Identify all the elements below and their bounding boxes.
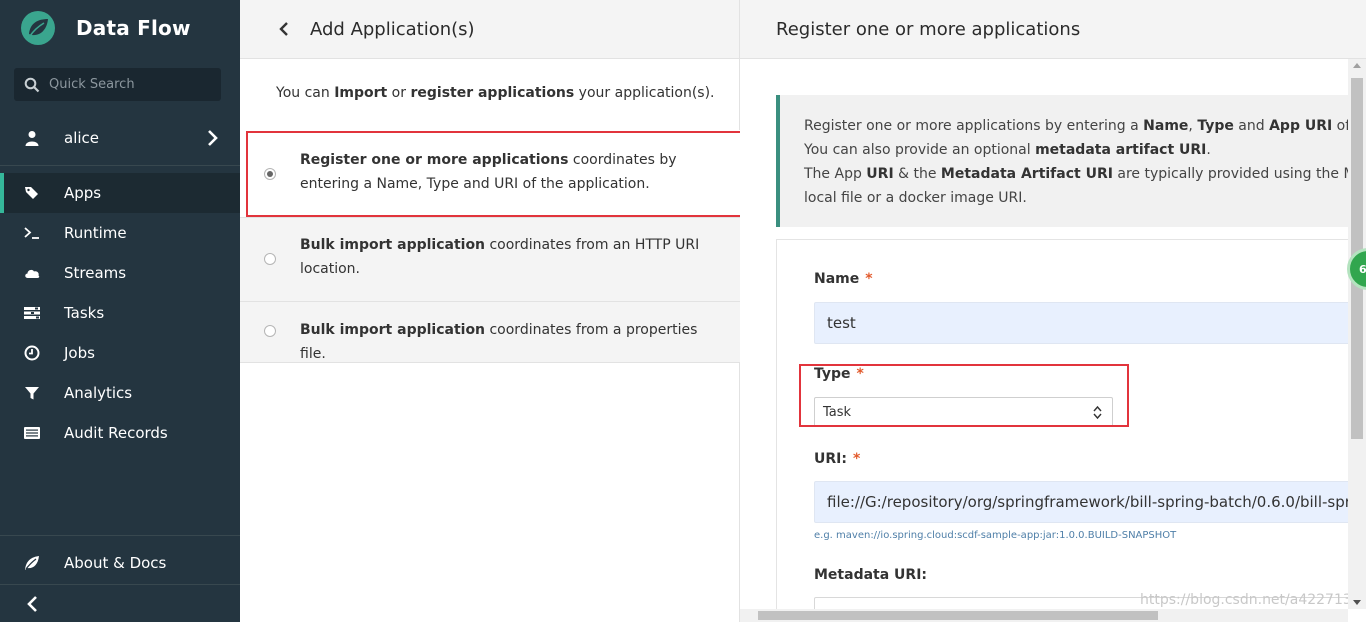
page-title: Add Application(s) [310,18,475,40]
scroll-thumb[interactable] [758,611,1158,620]
info-bold: URI [866,166,894,182]
info-bold: App URI [1269,118,1333,134]
uri-hint: e.g. maven://io.spring.cloud:scdf-sample… [814,530,1177,541]
option-bulk-http[interactable]: Bulk import application coordinates from… [240,218,740,302]
sidebar-item-jobs[interactable]: Jobs [0,333,240,373]
sidebar-nav: Apps Runtime Streams Tasks Jobs Analytic… [0,173,240,453]
option-text: Bulk import application coordinates from… [300,318,700,366]
sidebar-divider [0,535,240,536]
info-text: are typically provided using the Maven c… [1117,166,1366,182]
info-bold: Metadata Artifact URI [940,166,1113,182]
info-text: . [1206,142,1211,158]
sidebar-item-label: Streams [64,264,127,282]
collapse-sidebar-button[interactable] [0,585,240,622]
brand[interactable]: Data Flow [20,10,191,46]
name-label: Name * [814,271,873,287]
sidebar-item-label: Jobs [64,344,95,362]
list-icon [24,425,40,441]
user-menu[interactable]: alice [0,118,240,158]
sidebar-item-label: Audit Records [64,424,168,442]
quick-search[interactable] [14,68,221,101]
tasks-icon [24,305,40,321]
sidebar-item-label: Tasks [64,304,105,322]
brand-title: Data Flow [76,16,191,40]
intro-suffix: your application(s). [574,85,715,101]
filter-icon [24,385,40,401]
back-chevron-icon[interactable] [278,21,290,37]
info-line: local file or a docker image URI. [804,190,1027,206]
metadata-uri-label: Metadata URI: [814,567,928,583]
info-text: You can also provide an optional [804,142,1036,158]
label-text: URI: [814,451,847,467]
info-text: , [1188,118,1198,134]
info-bold: Name [1143,118,1189,134]
highlight-box [246,131,746,217]
sidebar-item-label: About & Docs [64,554,167,572]
user-icon [25,131,39,146]
option-radio[interactable] [264,253,276,265]
required-mark: * [852,451,861,467]
info-text: and [1233,118,1270,134]
intro-prefix: You can [276,85,335,101]
sidebar-item-audit-records[interactable]: Audit Records [0,413,240,453]
info-line: You can also provide an optional metadat… [804,138,1366,162]
sidebar-item-label: Analytics [64,384,133,402]
sidebar-divider [0,165,240,166]
name-field[interactable]: test [814,302,1366,344]
info-bold: Type [1197,118,1234,134]
type-highlight-box [799,364,1129,427]
sidebar-item-tasks[interactable]: Tasks [0,293,240,333]
info-line: The App URI & the Metadata Artifact URI … [804,162,1366,186]
info-line: Register one or more applications by ent… [804,114,1366,138]
sidebar-item-label: Runtime [64,224,127,242]
sidebar: Data Flow alice Apps Runtime Streams Tas… [0,0,240,622]
info-text: & the [893,166,941,182]
chevron-right-icon[interactable] [206,130,220,146]
spring-leaf-logo-icon [20,10,56,46]
info-text: The App [804,166,867,182]
clock-icon [24,345,40,361]
option-text: Bulk import application coordinates from… [300,233,700,281]
sidebar-item-apps[interactable]: Apps [0,173,240,213]
chevron-left-icon [27,595,37,612]
section-title: Register one or more applications [776,18,1081,40]
vertical-scrollbar[interactable] [1348,59,1366,609]
scroll-up-icon[interactable] [1353,63,1361,68]
panel-header: Add Application(s) [240,0,739,59]
leaf-icon [25,556,39,570]
uri-label: URI: * [814,451,860,467]
horizontal-scrollbar[interactable] [740,609,1348,622]
sidebar-item-about-docs[interactable]: About & Docs [0,543,240,583]
info-text: Register one or more applications by ent… [804,118,1144,134]
quick-search-input[interactable] [49,77,209,92]
cloud-icon [24,265,40,281]
intro-import: Import [334,85,388,101]
uri-field[interactable]: file://G:/repository/org/springframework… [814,481,1366,523]
sidebar-item-analytics[interactable]: Analytics [0,373,240,413]
intro-text: You can Import or register applications … [276,85,715,101]
info-callout: Register one or more applications by ent… [776,95,1366,227]
register-panel: Register one or more applications Regist… [740,0,1366,622]
option-bulk-properties[interactable]: Bulk import application coordinates from… [240,302,740,363]
option-bold: Bulk import application [300,322,486,338]
register-form: Name * test Type * Task URI: * file://G:/re… [776,239,1366,622]
label-text: Name [814,271,860,287]
add-application-panel: Add Application(s) You can Import or reg… [240,0,746,622]
sidebar-item-label: Apps [64,184,102,202]
option-bold: Bulk import application [300,237,486,253]
search-icon [24,77,40,92]
required-mark: * [865,271,873,287]
panel-header: Register one or more applications [740,0,1366,59]
scroll-down-icon[interactable] [1353,600,1361,605]
user-name: alice [64,129,100,147]
tags-icon [24,185,40,201]
intro-or: or [387,85,411,101]
info-bold: metadata artifact URI [1035,142,1207,158]
terminal-icon [24,225,40,241]
watermark: https://blog.csdn.net/a4227139 [1140,592,1361,608]
option-radio[interactable] [264,325,276,337]
sidebar-item-runtime[interactable]: Runtime [0,213,240,253]
intro-register: register applications [410,85,575,101]
sidebar-item-streams[interactable]: Streams [0,253,240,293]
